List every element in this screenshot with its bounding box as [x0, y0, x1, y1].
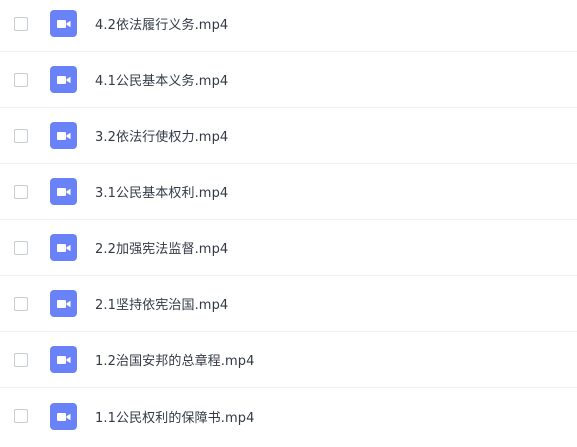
file-name[interactable]: 4.2依法履行义务.mp4 — [95, 14, 228, 33]
file-name[interactable]: 1.1公民权利的保障书.mp4 — [95, 407, 255, 426]
row-checkbox[interactable] — [14, 72, 28, 87]
row-checkbox[interactable] — [14, 352, 28, 367]
video-file-icon — [50, 10, 77, 37]
video-file-icon — [50, 122, 77, 149]
row-checkbox[interactable] — [14, 16, 28, 31]
file-row[interactable]: 2.1坚持依宪治国.mp4 — [0, 276, 577, 332]
video-file-icon — [50, 178, 77, 205]
file-row[interactable]: 1.1公民权利的保障书.mp4 — [0, 388, 577, 444]
file-row[interactable]: 3.1公民基本权利.mp4 — [0, 164, 577, 220]
file-name[interactable]: 3.2依法行使权力.mp4 — [95, 126, 228, 145]
file-row[interactable]: 1.2治国安邦的总章程.mp4 — [0, 332, 577, 388]
file-row[interactable]: 4.1公民基本义务.mp4 — [0, 52, 577, 108]
file-row[interactable]: 3.2依法行使权力.mp4 — [0, 108, 577, 164]
row-checkbox[interactable] — [14, 128, 28, 143]
row-checkbox[interactable] — [14, 184, 28, 199]
file-name[interactable]: 2.1坚持依宪治国.mp4 — [95, 294, 228, 313]
file-name[interactable]: 1.2治国安邦的总章程.mp4 — [95, 350, 255, 369]
video-file-icon — [50, 290, 77, 317]
row-checkbox[interactable] — [14, 296, 28, 311]
video-file-icon — [50, 234, 77, 261]
row-checkbox[interactable] — [14, 240, 28, 255]
video-file-icon — [50, 346, 77, 373]
video-file-icon — [50, 402, 77, 430]
file-name[interactable]: 3.1公民基本权利.mp4 — [95, 182, 228, 201]
file-row[interactable]: 2.2加强宪法监督.mp4 — [0, 220, 577, 276]
file-list: 4.2依法履行义务.mp4 4.1公民基本义务.mp4 3.2依法行使权力.mp… — [0, 0, 577, 447]
video-file-icon — [50, 66, 77, 93]
file-name[interactable]: 2.2加强宪法监督.mp4 — [95, 238, 228, 257]
row-checkbox[interactable] — [14, 409, 28, 423]
file-name[interactable]: 4.1公民基本义务.mp4 — [95, 70, 228, 89]
file-row[interactable]: 4.2依法履行义务.mp4 — [0, 0, 577, 52]
